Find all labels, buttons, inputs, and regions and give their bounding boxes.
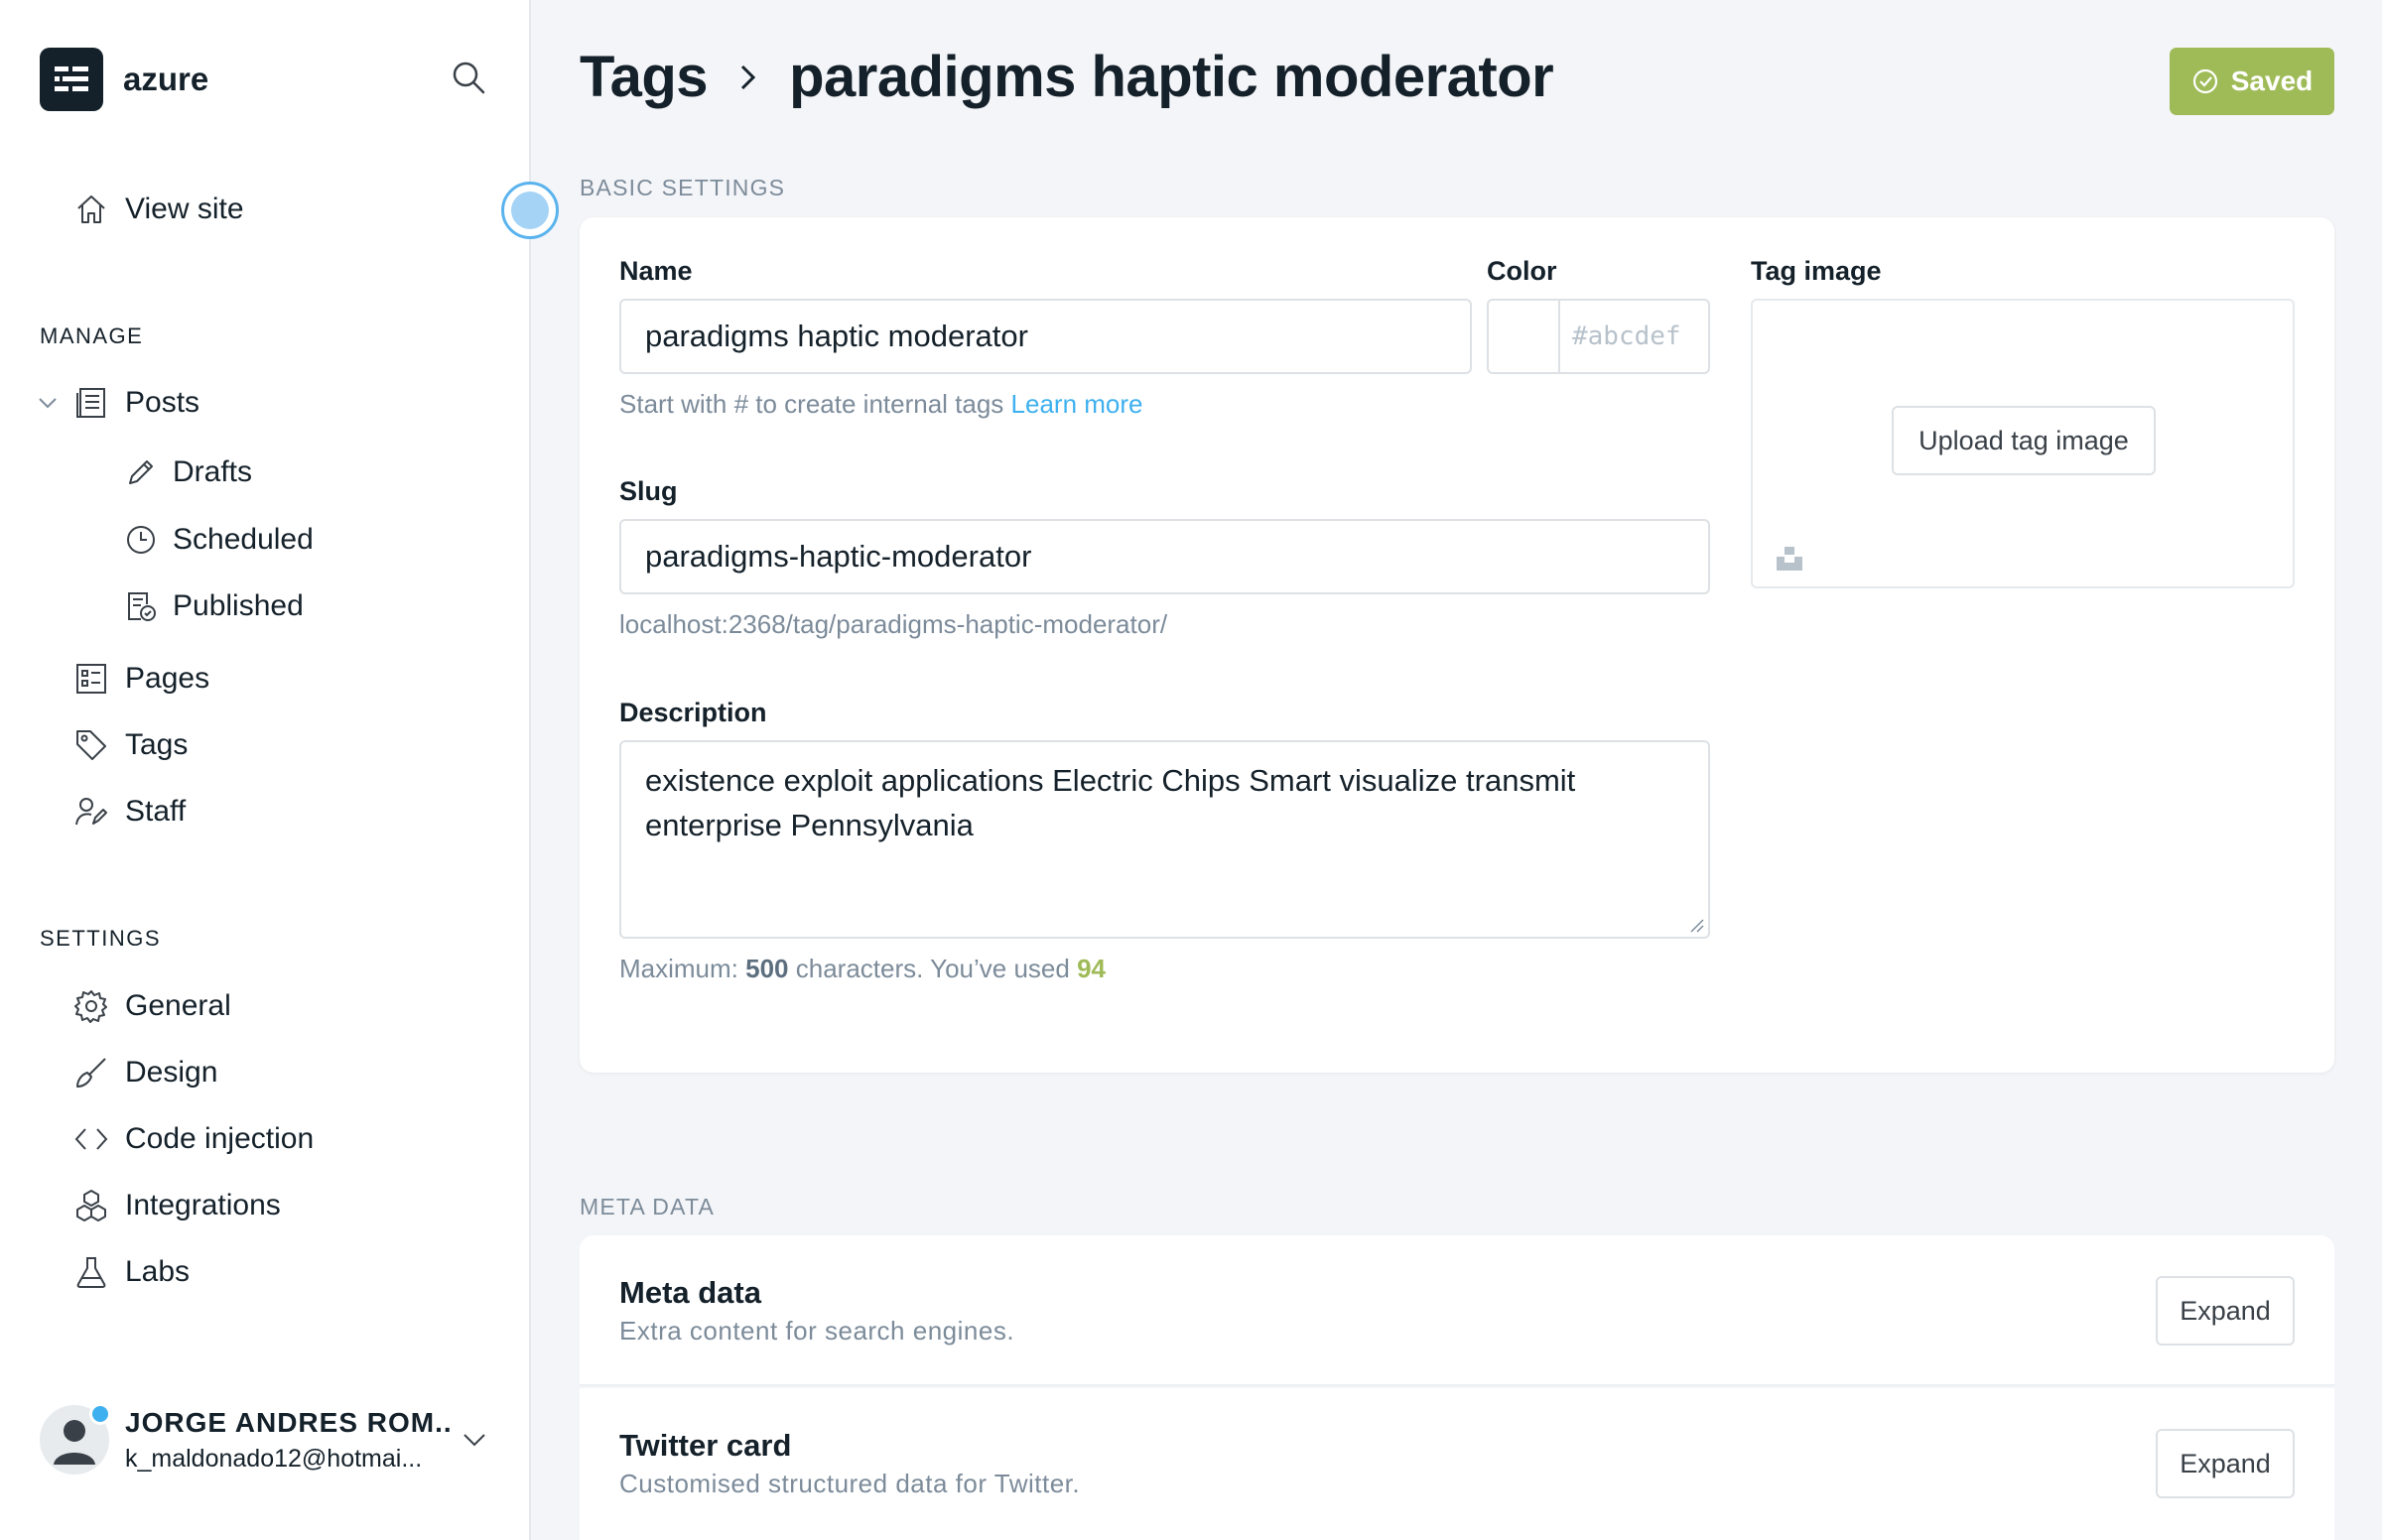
slug-label: Slug bbox=[619, 476, 678, 506]
settings-section-label: SETTINGS bbox=[40, 926, 162, 951]
counter-middle: characters. You’ve used bbox=[795, 954, 1070, 983]
nav-labs[interactable]: Labs bbox=[71, 1252, 190, 1292]
counter-prefix: Maximum: bbox=[619, 954, 738, 983]
name-input[interactable]: paradigms haptic moderator bbox=[619, 299, 1472, 374]
twitter-card-desc: Customised structured data for Twitter. bbox=[619, 1469, 1081, 1498]
tag-image-uploader: Upload tag image bbox=[1751, 299, 2295, 588]
gear-icon bbox=[71, 986, 111, 1026]
description-label: Description bbox=[619, 698, 767, 727]
nav-drafts[interactable]: Drafts bbox=[123, 454, 252, 490]
brush-icon bbox=[71, 1053, 111, 1092]
tag-image-label: Tag image bbox=[1751, 256, 1882, 286]
nav-code-injection-label: Code injection bbox=[125, 1122, 315, 1155]
sidebar-resize-handle[interactable] bbox=[501, 182, 559, 239]
slug-url: localhost:2368/tag/paradigms-haptic-mode… bbox=[619, 609, 1168, 639]
user-name: JORGE ANDRES ROM... bbox=[125, 1406, 453, 1438]
nav-drafts-label: Drafts bbox=[173, 455, 253, 488]
tag-icon bbox=[71, 725, 111, 765]
color-field: #abcdef bbox=[1487, 299, 1710, 374]
brand-logo bbox=[40, 48, 103, 111]
name-label: Name bbox=[619, 256, 693, 286]
search-icon[interactable] bbox=[451, 60, 490, 99]
upload-tag-image-button[interactable]: Upload tag image bbox=[1892, 406, 2156, 475]
twitter-card-expand-button[interactable]: Expand bbox=[2156, 1429, 2295, 1498]
saved-button[interactable]: Saved bbox=[2170, 48, 2334, 115]
nav-scheduled-label: Scheduled bbox=[173, 523, 314, 556]
posts-icon bbox=[71, 383, 111, 423]
nav-integrations[interactable]: Integrations bbox=[71, 1186, 281, 1225]
nav-staff[interactable]: Staff bbox=[71, 792, 186, 832]
sidebar: azure View site MANAGE Posts Drafts Sche… bbox=[0, 0, 531, 1540]
page-title: Tags paradigms haptic moderator bbox=[580, 44, 1554, 110]
color-hex-input[interactable]: #abcdef bbox=[1560, 301, 1708, 372]
code-icon bbox=[71, 1119, 111, 1159]
nav-tags-label: Tags bbox=[125, 728, 189, 761]
color-swatch[interactable] bbox=[1489, 301, 1560, 372]
name-hint: Start with # to create internal tags Lea… bbox=[619, 389, 1143, 420]
nav-published-label: Published bbox=[173, 589, 304, 622]
description-textarea[interactable]: existence exploit applications Electric … bbox=[619, 740, 1710, 939]
breadcrumb-tags[interactable]: Tags bbox=[580, 44, 709, 110]
twitter-card-title: Twitter card bbox=[619, 1428, 792, 1463]
twitter-card-row: Twitter card Customised structured data … bbox=[580, 1388, 2334, 1540]
meta-data-section-label: META DATA bbox=[580, 1194, 716, 1219]
unsplash-icon[interactable] bbox=[1775, 543, 1804, 573]
nav-design[interactable]: Design bbox=[71, 1053, 217, 1092]
brand-name: azure bbox=[123, 61, 209, 97]
nav-scheduled[interactable]: Scheduled bbox=[123, 522, 314, 558]
nav-tags[interactable]: Tags bbox=[71, 725, 188, 765]
meta-data-row: Meta data Extra content for search engin… bbox=[580, 1235, 2334, 1386]
nav-staff-label: Staff bbox=[125, 795, 187, 828]
description-text: existence exploit applications Electric … bbox=[645, 763, 1576, 842]
meta-data-expand-button[interactable]: Expand bbox=[2156, 1276, 2295, 1346]
slug-input[interactable]: paradigms-haptic-moderator bbox=[619, 519, 1710, 594]
counter-used: 94 bbox=[1077, 954, 1106, 983]
learn-more-link[interactable]: Learn more bbox=[1011, 389, 1143, 419]
user-menu[interactable]: JORGE ANDRES ROM... k_maldonado12@hotmai… bbox=[40, 1403, 506, 1475]
avatar bbox=[40, 1403, 111, 1475]
nav-view-site[interactable]: View site bbox=[71, 190, 244, 229]
nav-pages[interactable]: Pages bbox=[71, 659, 209, 699]
tag-title: paradigms haptic moderator bbox=[789, 45, 1554, 109]
staff-icon bbox=[71, 792, 111, 832]
saved-label: Saved bbox=[2230, 65, 2314, 96]
clock-icon bbox=[123, 522, 159, 558]
home-icon bbox=[71, 190, 111, 229]
user-email: k_maldonado12@hotmai... bbox=[125, 1444, 423, 1473]
name-hint-text: Start with # to create internal tags bbox=[619, 389, 1004, 419]
nav-integrations-label: Integrations bbox=[125, 1189, 281, 1221]
integrations-icon bbox=[71, 1186, 111, 1225]
meta-data-desc: Extra content for search engines. bbox=[619, 1316, 1015, 1346]
nav-general-label: General bbox=[125, 989, 231, 1022]
pencil-icon bbox=[123, 454, 159, 490]
flask-icon bbox=[71, 1252, 111, 1292]
brand[interactable]: azure bbox=[40, 48, 208, 111]
nav-posts[interactable]: Posts bbox=[71, 383, 199, 423]
meta-data-title: Meta data bbox=[619, 1275, 761, 1310]
check-circle-icon bbox=[2192, 68, 2217, 94]
nav-pages-label: Pages bbox=[125, 662, 210, 695]
description-counter: Maximum: 500 characters. You’ve used 94 bbox=[619, 954, 1106, 984]
nav-general[interactable]: General bbox=[71, 986, 231, 1026]
nav-posts-label: Posts bbox=[125, 386, 200, 419]
basic-settings-label: BASIC SETTINGS bbox=[580, 175, 786, 200]
counter-max: 500 bbox=[745, 954, 789, 983]
published-icon bbox=[123, 588, 159, 624]
nav-view-site-label: View site bbox=[125, 192, 244, 225]
chevron-down-icon[interactable] bbox=[36, 391, 62, 417]
nav-published[interactable]: Published bbox=[123, 588, 304, 624]
nav-design-label: Design bbox=[125, 1056, 218, 1089]
manage-section-label: MANAGE bbox=[40, 323, 144, 348]
pages-icon bbox=[71, 659, 111, 699]
nav-code-injection[interactable]: Code injection bbox=[71, 1119, 314, 1159]
resize-icon[interactable] bbox=[1688, 917, 1704, 933]
chevron-right-icon bbox=[741, 64, 756, 89]
color-label: Color bbox=[1487, 256, 1557, 286]
chevron-down-icon[interactable] bbox=[461, 1425, 490, 1455]
notification-dot bbox=[89, 1403, 111, 1425]
nav-labs-label: Labs bbox=[125, 1255, 191, 1288]
